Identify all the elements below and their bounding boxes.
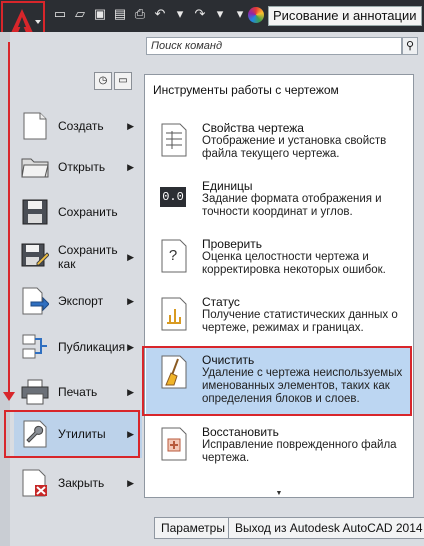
utility-units[interactable]: 0.0 Единицы Задание формата отображения … <box>146 173 412 229</box>
highlight-arrow-line <box>8 42 10 394</box>
chevron-right-icon: ▶ <box>127 341 134 352</box>
menu-item-label: Сохранить <box>58 205 118 219</box>
save-icon <box>20 197 50 227</box>
utilities-highlight-frame <box>4 410 140 458</box>
utility-drawing-properties[interactable]: Свойства чертежа Отображение и установка… <box>146 115 412 171</box>
utility-recover[interactable]: Восстановить Исправление поврежденного ф… <box>146 419 412 475</box>
workspace-icon[interactable] <box>248 7 264 23</box>
purge-highlight-frame <box>142 346 412 416</box>
menu-item-label: Сохранить как <box>58 243 118 271</box>
scroll-down-icon[interactable]: ▼ <box>144 490 414 498</box>
drawing-properties-icon <box>160 123 188 157</box>
chevron-right-icon: ▶ <box>127 295 134 306</box>
save-icon[interactable]: ▣ <box>92 6 108 22</box>
menu-item-label: Закрыть <box>58 476 105 490</box>
undo-icon[interactable]: ↶ <box>152 6 168 22</box>
utility-description: Отображение и установка свойств файла те… <box>202 135 387 160</box>
chevron-right-icon: ▶ <box>127 477 134 488</box>
menu-item-close[interactable]: Закрыть ▶ <box>14 458 142 508</box>
menu-item-save-as[interactable]: Сохранить как ▶ <box>14 232 142 282</box>
menu-item-label: Создать <box>58 119 104 133</box>
workspace-selector[interactable]: Рисование и аннотации <box>268 6 422 26</box>
open-documents-icon[interactable]: ▭ <box>114 72 132 90</box>
panel-title: Инструменты работы с чертежом <box>153 83 339 97</box>
save-as-icon[interactable]: ▤ <box>112 6 128 22</box>
workspace-dropdown-icon[interactable]: ▾ <box>232 6 248 22</box>
utility-title: Статус <box>202 295 240 309</box>
utility-title: Проверить <box>202 237 263 251</box>
utility-status[interactable]: Статус Получение статистических данных о… <box>146 289 412 345</box>
recover-icon <box>160 427 188 461</box>
dropdown-icon[interactable]: ▾ <box>172 6 188 22</box>
options-button[interactable]: Параметры <box>154 517 232 539</box>
chevron-right-icon: ▶ <box>127 120 134 131</box>
utility-description: Задание формата отображения и точности к… <box>202 193 382 218</box>
menu-item-label: Публикация <box>58 340 126 354</box>
printer-icon <box>20 377 50 407</box>
new-document-icon <box>20 111 50 141</box>
open-icon[interactable]: ▱ <box>72 6 88 22</box>
menu-item-label: Экспорт <box>58 294 104 308</box>
chevron-right-icon: ▶ <box>127 251 134 262</box>
utility-description: Получение статистических данных о чертеж… <box>202 309 398 334</box>
units-icon: 0.0 <box>160 181 188 215</box>
close-document-icon <box>20 468 50 498</box>
redo-icon[interactable]: ↷ <box>192 6 208 22</box>
utility-description: Оценка целостности чертежа и корректиров… <box>202 251 386 276</box>
utility-audit[interactable]: ? Проверить Оценка целостности чертежа и… <box>146 231 412 287</box>
audit-icon-text: ? <box>168 247 178 264</box>
print-icon[interactable]: ⎙ <box>132 6 148 22</box>
menu-item-label: Открыть <box>58 160 106 174</box>
menu-item-save[interactable]: Сохранить <box>14 187 142 237</box>
chevron-right-icon: ▶ <box>127 161 134 172</box>
status-icon <box>160 297 188 331</box>
utility-title: Свойства чертежа <box>202 121 304 135</box>
new-icon[interactable]: ▭ <box>52 6 68 22</box>
publish-icon <box>20 332 50 362</box>
audit-icon: ? <box>160 239 188 273</box>
drawing-utilities-panel: Инструменты работы с чертежом Свойства ч… <box>144 74 414 498</box>
menu-item-publish[interactable]: Публикация ▶ <box>14 322 142 372</box>
title-bar: ▭ ▱ ▣ ▤ ⎙ ↶ ▾ ↷ ▾ ▾ Рисование и аннотаци… <box>0 0 424 32</box>
menu-item-label: Печать <box>58 385 98 399</box>
dropdown-icon[interactable]: ▾ <box>212 6 228 22</box>
chevron-right-icon: ▶ <box>127 386 134 397</box>
folder-icon <box>20 152 50 182</box>
save-as-icon <box>20 242 50 272</box>
exit-autocad-button[interactable]: Выход из Autodesk AutoCAD 2014 <box>228 517 424 539</box>
menu-item-export[interactable]: Экспорт ▶ <box>14 276 142 326</box>
utility-title: Единицы <box>202 179 253 193</box>
utility-description: Исправление поврежденного файла чертежа. <box>202 439 397 464</box>
search-icon[interactable]: ⚲ <box>402 37 418 55</box>
menu-item-open[interactable]: Открыть ▶ <box>14 142 142 192</box>
units-icon-text: 0.0 <box>160 187 186 207</box>
search-input[interactable]: Поиск команд <box>146 37 402 55</box>
view-buttons: ◷ ▭ <box>94 72 132 90</box>
recent-documents-icon[interactable]: ◷ <box>94 72 112 90</box>
utility-title: Восстановить <box>202 425 279 439</box>
export-icon <box>20 286 50 316</box>
quick-access-toolbar: ▭ ▱ ▣ ▤ ⎙ ↶ ▾ ↷ ▾ ▾ <box>52 6 248 22</box>
